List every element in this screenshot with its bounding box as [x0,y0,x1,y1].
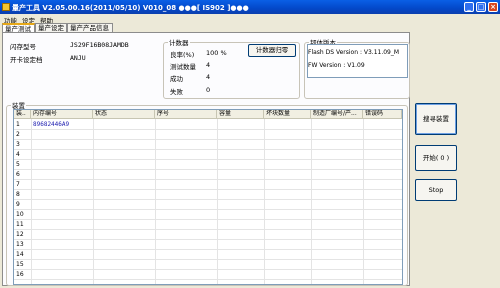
device-table[interactable]: 装.. 内存编号 状态 序号 容量 坏块数量 制造厂编号/产... 错误码 1 8… [13,109,403,285]
menu-bar: 功能 设定 帮助 [0,14,500,25]
reset-counter-button[interactable]: 计数器归零 [248,44,296,57]
column-divider [31,119,32,284]
app-icon [2,3,10,11]
memory-id-cell: 89682446A9 [33,121,70,128]
column-header-memory-id[interactable]: 内存编号 [31,110,93,119]
title-bar: 量产工具 V2.05.00.16(2011/05/10) V010_08 ●●●… [0,0,500,14]
flash-model-value: JS29F16B08JAMDB [70,41,129,49]
column-divider [264,119,265,284]
row-number: 6 [16,171,20,178]
fail-value: 0 [206,86,211,94]
close-button[interactable]: × [488,2,498,12]
column-header-serial[interactable]: 序号 [155,110,217,119]
minimize-button[interactable]: _ [464,2,474,12]
start-button[interactable]: 开始( 0 ) [415,145,457,171]
window-title: 量产工具 V2.05.00.16(2011/05/10) V010_08 ●●●… [12,4,249,12]
row-number: 2 [16,131,20,138]
success-value: 4 [206,73,211,81]
row-number: 14 [16,251,24,258]
fail-label: 失败 [170,88,183,96]
column-divider [311,119,312,284]
column-divider [155,119,156,284]
success-label: 成功 [170,75,183,83]
row-number: 13 [16,241,24,248]
stop-button[interactable]: Stop [415,179,457,201]
flash-model-label: 闪存型号 [10,43,36,51]
column-header-manufacturer[interactable]: 制造厂编号/产... [311,110,363,119]
column-header-status[interactable]: 状态 [93,110,155,119]
column-header-capacity[interactable]: 容量 [217,110,264,119]
row-number: 5 [16,161,20,168]
row-number: 10 [16,211,24,218]
tested-label: 测试数量 [170,63,196,71]
row-number: 12 [16,231,24,238]
column-divider [217,119,218,284]
maximize-button[interactable]: □ [476,2,486,12]
search-device-button[interactable]: 搜寻装置 [415,103,457,135]
column-divider [93,119,94,284]
yield-value: 100 % [206,49,227,57]
row-number: 1 [16,121,20,128]
column-header-slot[interactable]: 装.. [14,110,31,119]
row-number: 15 [16,261,24,268]
tested-value: 4 [206,61,211,69]
row-number: 9 [16,201,20,208]
flash-ds-version: Flash DS Version : V3.11.09_M [308,49,400,56]
row-number: 11 [16,221,24,228]
column-header-error-code[interactable]: 错误码 [363,110,402,119]
column-divider [363,119,364,284]
yield-label: 良率(%) [170,51,195,59]
row-number: 3 [16,141,20,148]
row-number: 4 [16,151,20,158]
row-number: 16 [16,271,24,278]
open-card-label: 开卡设定档 [10,56,43,64]
row-number: 8 [16,191,20,198]
row-number: 7 [16,181,20,188]
column-header-bad-blocks[interactable]: 坏块数量 [264,110,311,119]
open-card-value: ANJU [70,54,86,62]
counter-group-label: 计数器 [169,39,189,47]
fw-version: FW Version : V1.09 [308,62,365,69]
